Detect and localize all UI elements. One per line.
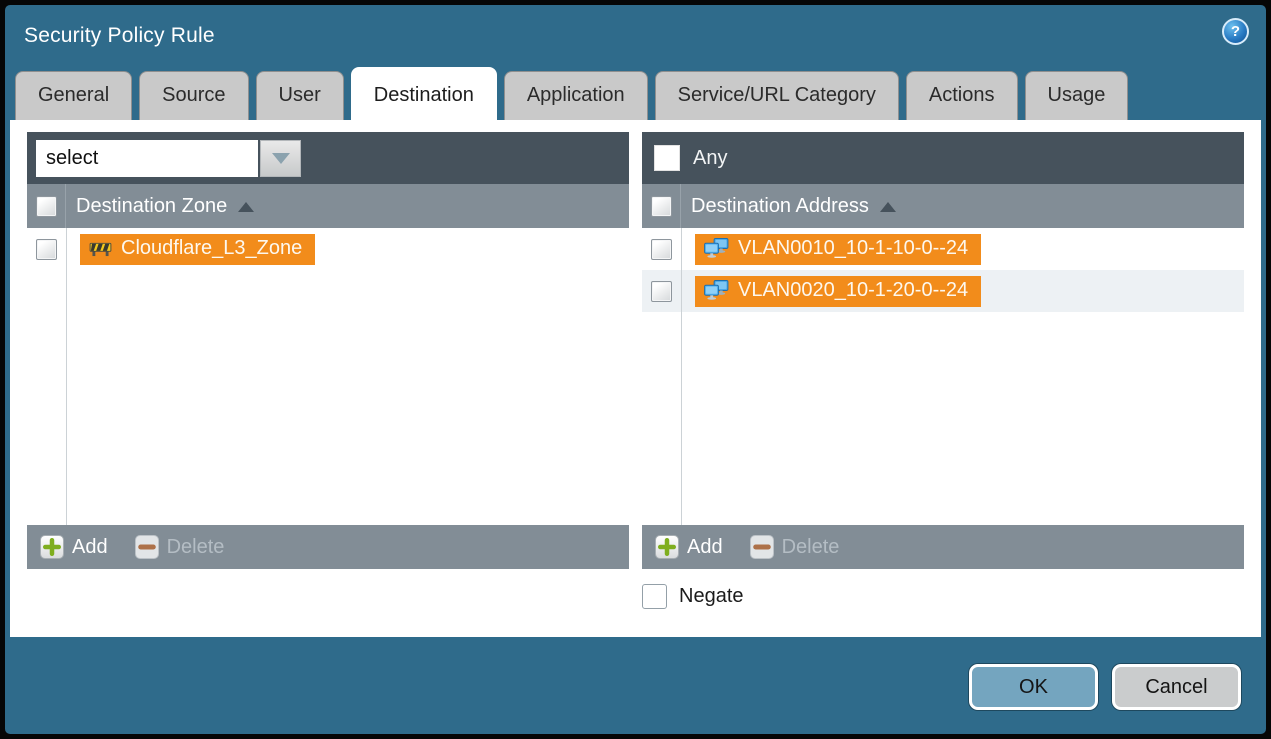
address-panel-footer: Add Delete [642, 525, 1244, 569]
chevron-down-icon [272, 153, 290, 164]
tab-actions[interactable]: Actions [906, 71, 1018, 120]
address-item-label: VLAN0020_10-1-20-0--24 [738, 279, 968, 302]
any-checkbox[interactable] [654, 145, 680, 171]
address-column-title[interactable]: Destination Address [691, 195, 896, 218]
sort-ascending-icon [238, 202, 254, 212]
destination-zone-panel: Destination Zone [27, 132, 629, 569]
delete-address-button[interactable]: Delete [750, 535, 840, 559]
tab-bar: General Source User Destination Applicat… [5, 62, 1266, 120]
dialog-title: Security Policy Rule [24, 24, 215, 48]
zone-column-header: Destination Zone [27, 184, 629, 228]
zone-item-label: Cloudflare_L3_Zone [121, 237, 302, 260]
help-glyph: ? [1231, 23, 1240, 40]
minus-icon [135, 535, 159, 559]
address-panel-header: Any [642, 132, 1244, 184]
zone-panel-footer: Add Delete [27, 525, 629, 569]
tab-service-url-category[interactable]: Service/URL Category [655, 71, 899, 120]
destination-address-panel: Any Destination Address [642, 132, 1244, 569]
address-icon [704, 238, 729, 258]
tab-source[interactable]: Source [139, 71, 248, 120]
negate-row: Negate [642, 584, 1244, 609]
table-row: VLAN0010_10-1-10-0--24 [642, 228, 1244, 270]
address-item[interactable]: VLAN0010_10-1-10-0--24 [695, 234, 981, 265]
zone-item[interactable]: Cloudflare_L3_Zone [80, 234, 315, 265]
add-zone-button[interactable]: Add [40, 535, 108, 559]
cancel-button[interactable]: Cancel [1112, 664, 1241, 710]
any-label: Any [693, 147, 727, 170]
tab-usage[interactable]: Usage [1025, 71, 1129, 120]
address-row-checkbox[interactable] [651, 281, 672, 302]
zone-rows: Cloudflare_L3_Zone [27, 228, 629, 525]
zone-filter-input[interactable] [36, 140, 258, 177]
titlebar: Security Policy Rule ? [5, 5, 1266, 62]
tab-destination[interactable]: Destination [351, 67, 497, 120]
dialog-button-bar: OK Cancel [5, 637, 1266, 732]
tab-application[interactable]: Application [504, 71, 648, 120]
minus-icon [750, 535, 774, 559]
zone-row-checkbox[interactable] [36, 239, 57, 260]
table-row: Cloudflare_L3_Zone [27, 228, 629, 270]
delete-zone-button[interactable]: Delete [135, 535, 225, 559]
negate-label: Negate [679, 585, 744, 608]
plus-icon [40, 535, 64, 559]
add-address-button[interactable]: Add [655, 535, 723, 559]
address-row-checkbox[interactable] [651, 239, 672, 260]
zone-panel-header [27, 132, 629, 184]
sort-ascending-icon [880, 202, 896, 212]
zone-column-title[interactable]: Destination Zone [76, 195, 254, 218]
table-row: VLAN0020_10-1-20-0--24 [642, 270, 1244, 312]
ok-button[interactable]: OK [969, 664, 1098, 710]
zone-select-all-checkbox[interactable] [36, 196, 57, 217]
tab-general[interactable]: General [15, 71, 132, 120]
negate-checkbox[interactable] [642, 584, 667, 609]
zone-icon [89, 240, 112, 257]
plus-icon [655, 535, 679, 559]
zone-filter-dropdown-button[interactable] [260, 140, 301, 177]
help-icon[interactable]: ? [1222, 18, 1249, 45]
address-icon [704, 280, 729, 300]
address-item-label: VLAN0010_10-1-10-0--24 [738, 237, 968, 260]
security-policy-rule-dialog: Security Policy Rule ? General Source Us… [5, 5, 1266, 734]
address-column-header: Destination Address [642, 184, 1244, 228]
destination-tab-content: Destination Zone [10, 120, 1261, 637]
address-item[interactable]: VLAN0020_10-1-20-0--24 [695, 276, 981, 307]
address-select-all-checkbox[interactable] [651, 196, 672, 217]
address-rows: VLAN0010_10-1-10-0--24 [642, 228, 1244, 525]
tab-user[interactable]: User [256, 71, 344, 120]
